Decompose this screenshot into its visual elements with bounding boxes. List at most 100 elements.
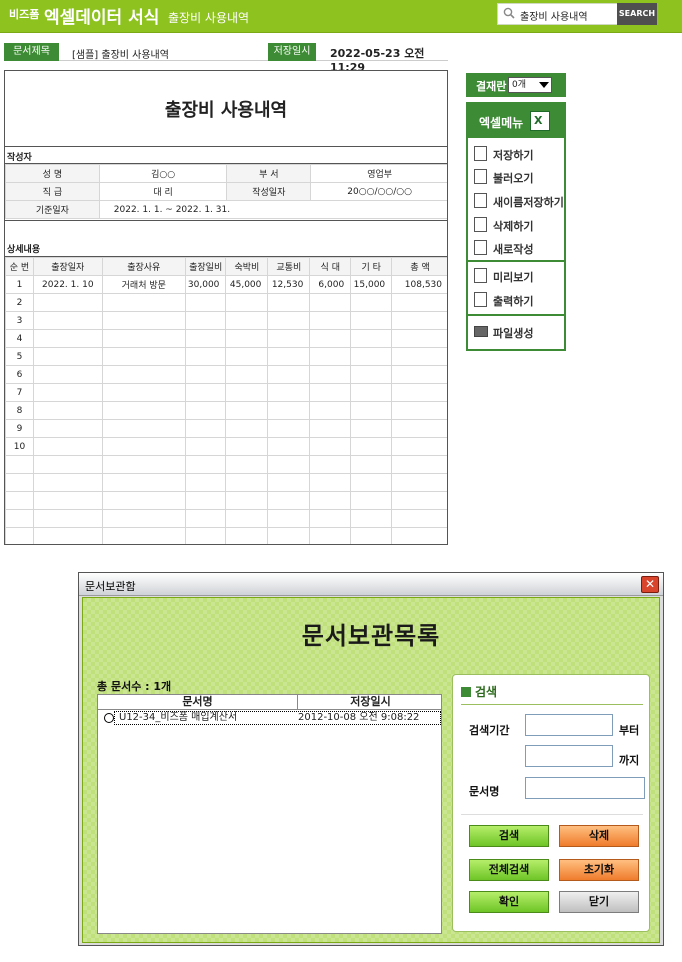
table-cell[interactable]: [184, 311, 227, 330]
table-cell[interactable]: [225, 311, 269, 330]
table-cell[interactable]: [101, 437, 186, 456]
doc-name-input[interactable]: [525, 777, 645, 799]
table-cell[interactable]: [32, 509, 103, 528]
column-header-date[interactable]: 저장일시: [298, 695, 443, 710]
table-cell[interactable]: [350, 347, 393, 366]
table-cell[interactable]: [184, 365, 227, 384]
table-cell[interactable]: [309, 311, 352, 330]
menu-save[interactable]: 저장하기: [474, 144, 564, 164]
table-cell[interactable]: [391, 419, 447, 438]
table-cell[interactable]: [391, 491, 447, 510]
date-from-input[interactable]: [525, 714, 613, 736]
table-cell[interactable]: [32, 527, 103, 544]
table-cell[interactable]: [391, 401, 447, 420]
list-item[interactable]: U12-34_비즈폼 매입계산서 2012-10-08 오전 9:08:22: [98, 710, 441, 726]
table-cell[interactable]: [101, 401, 186, 420]
table-cell[interactable]: [350, 365, 393, 384]
table-cell[interactable]: 45,000: [225, 275, 269, 294]
table-cell[interactable]: [350, 437, 393, 456]
search-box[interactable]: 출장비 사용내역 SEARCH: [497, 3, 657, 25]
table-cell[interactable]: 15,000: [350, 275, 393, 294]
table-cell[interactable]: [309, 473, 352, 492]
table-cell[interactable]: [184, 455, 227, 474]
table-cell[interactable]: [101, 419, 186, 438]
table-cell[interactable]: [184, 419, 227, 438]
table-cell[interactable]: [267, 491, 311, 510]
table-cell[interactable]: [184, 383, 227, 402]
table-cell[interactable]: [391, 347, 447, 366]
table-cell[interactable]: [5, 491, 34, 510]
table-cell[interactable]: [184, 473, 227, 492]
table-cell[interactable]: [225, 293, 269, 312]
menu-preview[interactable]: 미리보기: [474, 266, 564, 286]
table-cell[interactable]: [184, 293, 227, 312]
table-cell[interactable]: [267, 365, 311, 384]
table-cell[interactable]: [32, 491, 103, 510]
table-cell[interactable]: [267, 383, 311, 402]
table-cell[interactable]: [391, 329, 447, 348]
search-button[interactable]: 검색: [469, 825, 549, 847]
table-cell[interactable]: [225, 365, 269, 384]
table-cell[interactable]: [350, 293, 393, 312]
table-cell[interactable]: [350, 311, 393, 330]
table-cell[interactable]: [309, 437, 352, 456]
table-cell[interactable]: [101, 455, 186, 474]
table-cell[interactable]: [350, 401, 393, 420]
base-date-value[interactable]: 2022. 1. 1. ~ 2022. 1. 31.: [98, 200, 447, 219]
menu-delete[interactable]: 삭제하기: [474, 215, 564, 235]
table-cell[interactable]: [32, 293, 103, 312]
table-cell[interactable]: [101, 311, 186, 330]
table-cell[interactable]: 7: [5, 383, 34, 402]
table-cell[interactable]: 30,000: [184, 275, 227, 294]
table-cell[interactable]: [101, 365, 186, 384]
table-cell[interactable]: [225, 383, 269, 402]
table-cell[interactable]: [267, 473, 311, 492]
table-cell[interactable]: [184, 401, 227, 420]
table-cell[interactable]: [350, 455, 393, 474]
table-cell[interactable]: [32, 347, 103, 366]
table-cell[interactable]: [391, 455, 447, 474]
menu-load[interactable]: 불러오기: [474, 167, 564, 187]
table-cell[interactable]: [350, 329, 393, 348]
table-cell[interactable]: [32, 419, 103, 438]
table-cell[interactable]: [309, 347, 352, 366]
menu-save-as[interactable]: 새이름저장하기: [474, 191, 564, 211]
table-cell[interactable]: [32, 455, 103, 474]
table-cell[interactable]: [350, 473, 393, 492]
table-cell[interactable]: [391, 311, 447, 330]
table-cell[interactable]: 4: [5, 329, 34, 348]
table-cell[interactable]: [101, 491, 186, 510]
table-cell[interactable]: [267, 329, 311, 348]
table-cell[interactable]: [32, 437, 103, 456]
table-cell[interactable]: [267, 293, 311, 312]
table-cell[interactable]: [391, 437, 447, 456]
table-cell[interactable]: 거래처 방문: [101, 275, 186, 294]
table-cell[interactable]: [225, 401, 269, 420]
selection-radio[interactable]: [104, 713, 114, 723]
author-value[interactable]: 20○○/○○/○○: [310, 182, 447, 201]
table-cell[interactable]: [391, 527, 447, 544]
table-cell[interactable]: [5, 509, 34, 528]
date-to-input[interactable]: [525, 745, 613, 767]
table-cell[interactable]: 10: [5, 437, 34, 456]
table-cell[interactable]: 12,530: [267, 275, 311, 294]
author-value[interactable]: 대 리: [98, 182, 228, 201]
table-cell[interactable]: [32, 365, 103, 384]
table-cell[interactable]: [350, 491, 393, 510]
table-cell[interactable]: [391, 383, 447, 402]
table-cell[interactable]: [5, 527, 34, 544]
table-cell[interactable]: [5, 473, 34, 492]
menu-create-file[interactable]: 파일생성: [474, 322, 564, 342]
table-cell[interactable]: 1: [5, 275, 34, 294]
table-cell[interactable]: [225, 473, 269, 492]
table-cell[interactable]: [225, 509, 269, 528]
table-cell[interactable]: [350, 527, 393, 544]
table-cell[interactable]: 6,000: [309, 275, 352, 294]
table-cell[interactable]: 108,530: [391, 275, 447, 294]
table-cell[interactable]: 2022. 1. 10: [32, 275, 103, 294]
table-cell[interactable]: [267, 419, 311, 438]
table-cell[interactable]: [309, 383, 352, 402]
table-cell[interactable]: 9: [5, 419, 34, 438]
table-cell[interactable]: 8: [5, 401, 34, 420]
table-cell[interactable]: [309, 491, 352, 510]
